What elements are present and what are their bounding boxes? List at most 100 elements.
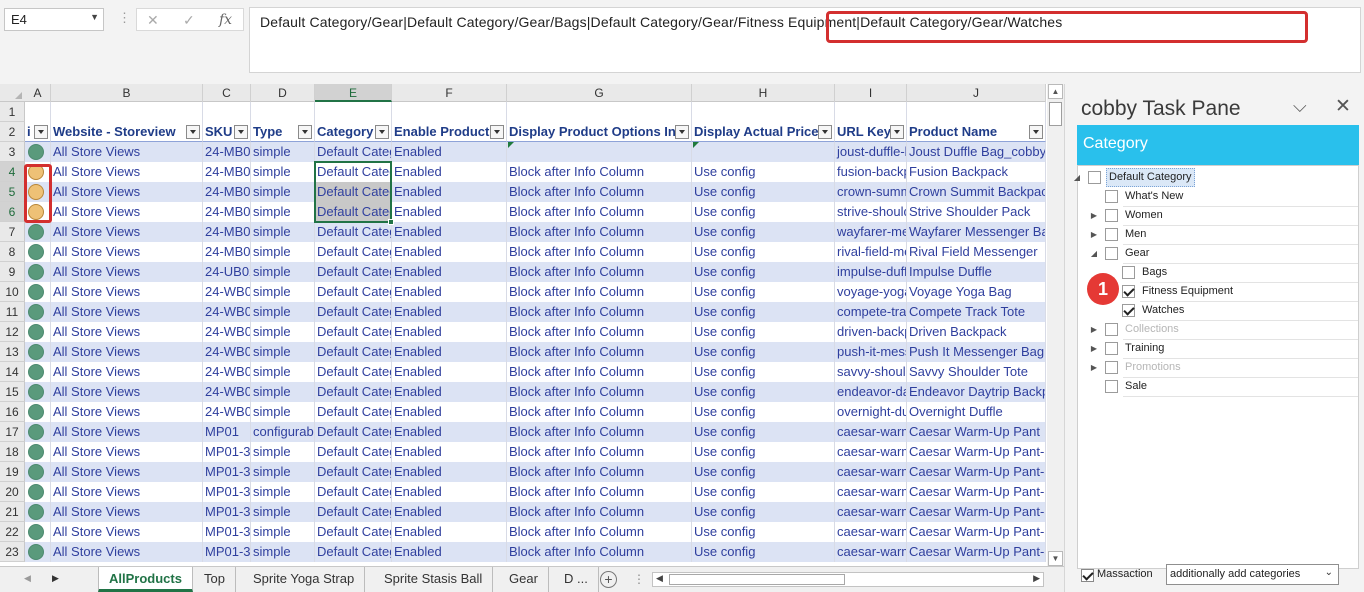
table-cell-url[interactable]: caesar-warm-up-pant-33-purple	[835, 542, 907, 562]
table-cell-price[interactable]: Use config	[692, 522, 835, 542]
table-cell-type[interactable]: simple	[251, 402, 315, 422]
table-cell-name[interactable]: Caesar Warm-Up Pant-33-Black	[907, 502, 1046, 522]
table-cell-options[interactable]: Block after Info Column	[507, 362, 692, 382]
table-cell-category[interactable]: Default Category	[315, 482, 392, 502]
status-cell[interactable]	[25, 462, 51, 482]
table-cell-sku[interactable]: 24-MB02	[203, 242, 251, 262]
status-cell[interactable]	[25, 502, 51, 522]
table-cell-url[interactable]: driven-backpack	[835, 322, 907, 342]
column-header-h[interactable]: H	[692, 84, 835, 102]
table-cell-url[interactable]: wayfarer-messenger-bag	[835, 222, 907, 242]
row-header[interactable]: 8	[0, 242, 25, 262]
table-cell-price[interactable]: Use config	[692, 362, 835, 382]
collapse-icon[interactable]: ◢	[1088, 244, 1100, 263]
header-cell[interactable]: Website - Storeview	[51, 122, 203, 142]
row-header[interactable]: 19	[0, 462, 25, 482]
tree-checkbox[interactable]	[1105, 209, 1118, 222]
table-cell-price[interactable]: Use config	[692, 182, 835, 202]
status-cell[interactable]	[25, 242, 51, 262]
table-cell-website[interactable]: All Store Views	[51, 262, 203, 282]
table-cell-sku[interactable]: 24-MB06	[203, 222, 251, 242]
table-cell-url[interactable]: caesar-warm-up-pant-33-black	[835, 502, 907, 522]
status-cell[interactable]	[25, 542, 51, 562]
header-cell[interactable]: Type	[251, 122, 315, 142]
expand-icon[interactable]: ▶	[1088, 225, 1100, 244]
table-cell-type[interactable]: simple	[251, 482, 315, 502]
prev-sheet-icon[interactable]: ◀	[24, 573, 31, 584]
select-all-corner[interactable]	[0, 84, 25, 102]
table-cell-enable[interactable]: Enabled	[392, 402, 507, 422]
table-cell-price[interactable]: Use config	[692, 242, 835, 262]
row-header[interactable]: 11	[0, 302, 25, 322]
table-cell-price[interactable]: Use config	[692, 542, 835, 562]
table-cell[interactable]	[203, 102, 251, 122]
table-cell-price[interactable]: Use config	[692, 382, 835, 402]
table-cell-price[interactable]: Use config	[692, 342, 835, 362]
table-cell[interactable]	[507, 102, 692, 122]
column-header-g[interactable]: G	[507, 84, 692, 102]
table-cell-sku[interactable]: 24-MB01	[203, 142, 251, 162]
table-cell-type[interactable]: simple	[251, 222, 315, 242]
chevron-down-icon[interactable]: ▼	[90, 12, 99, 22]
vertical-scrollbar[interactable]: ▲ ▼	[1047, 84, 1064, 566]
header-cell[interactable]: Enable Product	[392, 122, 507, 142]
table-cell-category[interactable]: Default Category	[315, 442, 392, 462]
horizontal-scrollbar[interactable]: ◀ ▶	[652, 572, 1044, 587]
table-cell-sku[interactable]: 24-WB02	[203, 302, 251, 322]
table-cell-type[interactable]: simple	[251, 362, 315, 382]
table-cell-category[interactable]: Default Category	[315, 502, 392, 522]
status-cell[interactable]	[25, 382, 51, 402]
table-cell-website[interactable]: All Store Views	[51, 282, 203, 302]
table-cell-price[interactable]: Use config	[692, 502, 835, 522]
sheet-tab[interactable]: Top	[194, 567, 236, 592]
table-cell-sku[interactable]: 24-MB04	[203, 162, 251, 182]
table-cell-options[interactable]: Block after Info Column	[507, 262, 692, 282]
table-cell-url[interactable]: crown-summit-backpack	[835, 182, 907, 202]
tree-checkbox[interactable]	[1105, 342, 1118, 355]
status-cell[interactable]	[25, 362, 51, 382]
fx-icon[interactable]: fx	[219, 12, 232, 28]
row-header[interactable]: 7	[0, 222, 25, 242]
table-cell-options[interactable]: Block after Info Column	[507, 322, 692, 342]
filter-dropdown-icon[interactable]	[298, 125, 312, 139]
table-cell-sku[interactable]: 24-WB06	[203, 382, 251, 402]
table-cell-sku[interactable]: MP01-32-Purple	[203, 482, 251, 502]
table-cell-enable[interactable]: Enabled	[392, 482, 507, 502]
next-sheet-icon[interactable]: ▶	[52, 573, 59, 584]
table-cell-website[interactable]: All Store Views	[51, 442, 203, 462]
table-cell-category[interactable]: Default Category	[315, 542, 392, 562]
table-cell-price[interactable]: Use config	[692, 162, 835, 182]
status-cell[interactable]	[25, 402, 51, 422]
name-box[interactable]: E4 ▼	[4, 8, 104, 31]
tree-item[interactable]: ◢ Gear	[1091, 244, 1348, 263]
status-cell[interactable]	[25, 222, 51, 242]
table-cell-url[interactable]: endeavor-daytrip-backpack	[835, 382, 907, 402]
column-header-f[interactable]: F	[392, 84, 507, 102]
tree-checkbox[interactable]	[1105, 361, 1118, 374]
column-header-a[interactable]: A	[25, 84, 51, 102]
table-cell-category[interactable]: Default Category	[315, 362, 392, 382]
table-cell-name[interactable]: Rival Field Messenger	[907, 242, 1046, 262]
column-header-i[interactable]: I	[835, 84, 907, 102]
sheet-tab[interactable]: AllProducts	[98, 567, 193, 592]
table-cell-enable[interactable]: Enabled	[392, 302, 507, 322]
table-cell-name[interactable]: Caesar Warm-Up Pant-33-Gray	[907, 522, 1046, 542]
fill-handle[interactable]	[388, 219, 394, 225]
table-cell-website[interactable]: All Store Views	[51, 362, 203, 382]
table-cell-sku[interactable]: 24-UB02	[203, 262, 251, 282]
tree-item[interactable]: ▶ Training	[1091, 339, 1348, 358]
table-cell-price[interactable]: Use config	[692, 282, 835, 302]
row-header[interactable]: 22	[0, 522, 25, 542]
filter-dropdown-icon[interactable]	[186, 125, 200, 139]
tree-checkbox[interactable]	[1122, 266, 1135, 279]
table-cell-type[interactable]: simple	[251, 502, 315, 522]
table-cell-enable[interactable]: Enabled	[392, 542, 507, 562]
table-cell-options[interactable]: Block after Info Column	[507, 482, 692, 502]
column-header-d[interactable]: D	[251, 84, 315, 102]
tree-item[interactable]: ◢ Default Category	[1074, 168, 1348, 187]
table-cell-name[interactable]: Crown Summit Backpack	[907, 182, 1046, 202]
table-cell-url[interactable]: caesar-warm-up-pant-32-purple	[835, 482, 907, 502]
table-cell-sku[interactable]: MP01	[203, 422, 251, 442]
column-header-b[interactable]: B	[51, 84, 203, 102]
cancel-icon[interactable]: ✕	[147, 12, 159, 29]
